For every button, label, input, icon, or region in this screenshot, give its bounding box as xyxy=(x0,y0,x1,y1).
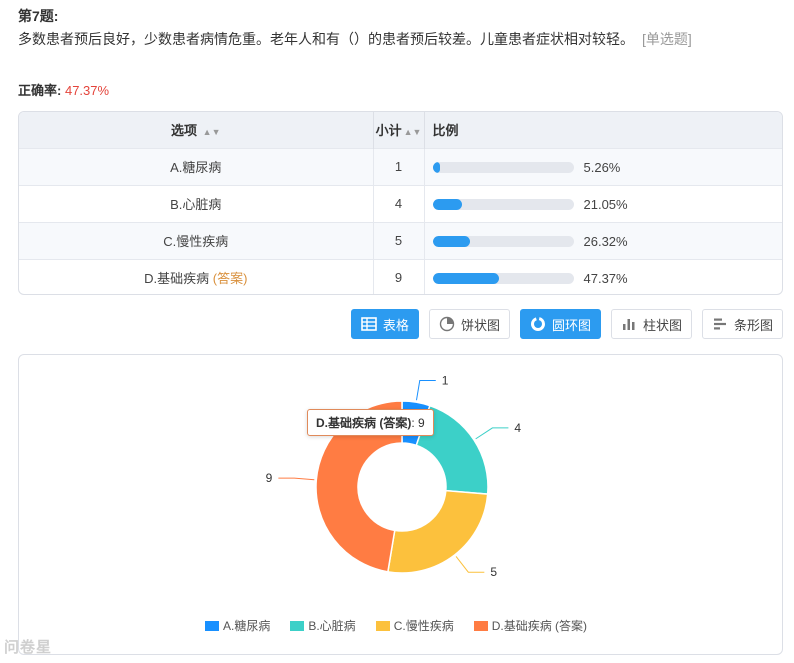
legend-item[interactable]: C.慢性疾病 xyxy=(375,617,454,634)
horizontal-bar-view-button[interactable]: 条形图 xyxy=(701,309,783,339)
slice-leader-line xyxy=(278,477,315,481)
slice-value-label: 9 xyxy=(266,471,273,485)
table-header-row: 选项 ▲▼ 小计 ▲▼ 比例 xyxy=(19,112,782,148)
slice-leader-line xyxy=(455,556,485,573)
row-ratio: 21.05% xyxy=(424,184,782,222)
row-option: B.心脏病 xyxy=(19,184,374,222)
header-count-label: 小计 xyxy=(375,123,402,139)
row-option: A.糖尿病 xyxy=(19,147,374,185)
legend-label: C.慢性疾病 xyxy=(393,619,454,633)
legend-item[interactable]: B.心脏病 xyxy=(290,617,356,634)
pie-chart-view-button[interactable]: 饼状图 xyxy=(428,309,510,339)
accuracy-value: 47.37% xyxy=(64,83,110,98)
sort-icon[interactable]: ▲▼ xyxy=(203,127,221,137)
ratio-bar-fill xyxy=(432,235,470,247)
watermark: 问卷星 xyxy=(4,639,53,656)
ratio-bar-fill xyxy=(432,198,463,210)
table-icon xyxy=(361,316,377,332)
table-view-button[interactable]: 表格 xyxy=(350,309,419,339)
view-switcher: 表格 饼状图 圆环图 柱状图 条形图 xyxy=(350,309,783,339)
pie-chart-icon xyxy=(439,316,455,332)
tooltip-value: 9 xyxy=(418,416,425,430)
slice-value-label: 5 xyxy=(490,565,497,579)
row-ratio: 26.32% xyxy=(424,221,782,259)
table-row: D.基础疾病 (答案) 9 47.37% xyxy=(19,258,782,294)
table-row: B.心脏病 4 21.05% xyxy=(19,184,782,222)
slice-value-label: 1 xyxy=(442,373,449,387)
legend-label: D.基础疾病 (答案) xyxy=(491,619,588,633)
row-option-label: C.慢性疾病 xyxy=(163,234,229,249)
view-button-label: 表格 xyxy=(382,317,409,333)
answer-tag: (答案) xyxy=(212,271,248,287)
row-ratio: 47.37% xyxy=(424,258,782,294)
ratio-percent: 5.26% xyxy=(583,159,621,175)
row-count: 9 xyxy=(373,258,425,294)
ratio-bar-fill xyxy=(432,272,500,284)
row-option-label: B.心脏病 xyxy=(170,197,222,212)
ratio-percent: 26.32% xyxy=(583,233,628,249)
question-title: 第7题: xyxy=(18,8,59,24)
row-option-label: A.糖尿病 xyxy=(170,160,222,175)
sort-icon[interactable]: ▲▼ xyxy=(404,127,422,137)
bar-chart-icon xyxy=(621,316,637,332)
row-option-label: D.基础疾病 xyxy=(144,271,210,287)
legend-item[interactable]: D.基础疾病 (答案) xyxy=(473,617,588,634)
view-button-label: 条形图 xyxy=(733,317,773,333)
header-option[interactable]: 选项 ▲▼ xyxy=(19,112,374,148)
legend-swatch xyxy=(375,620,390,631)
legend-label: A.糖尿病 xyxy=(223,619,271,633)
question-type: [单选题] xyxy=(642,31,692,47)
row-count: 5 xyxy=(373,221,425,259)
view-button-label: 圆环图 xyxy=(551,317,591,333)
row-ratio: 5.26% xyxy=(424,147,782,185)
header-option-label: 选项 xyxy=(171,123,198,139)
slice-leader-line xyxy=(475,427,509,440)
horizontal-bar-icon xyxy=(712,316,728,332)
ratio-bar xyxy=(432,235,574,247)
bar-chart-view-button[interactable]: 柱状图 xyxy=(610,309,692,339)
row-option: C.慢性疾病 xyxy=(19,221,374,259)
donut-slice[interactable] xyxy=(386,489,489,574)
question-body: 多数患者预后良好，少数患者病情危重。老年人和有（）的患者预后较差。儿童患者症状相… xyxy=(18,31,634,47)
donut-chart: 1 4 5 9 D.基础疾病 (答案): 9 A.糖尿病 B.心脏病 C.慢性疾病 D.基础… xyxy=(18,354,783,655)
view-button-label: 饼状图 xyxy=(460,317,500,333)
accuracy-row: 正确率: 47.37% xyxy=(18,80,109,99)
header-count[interactable]: 小计 ▲▼ xyxy=(373,112,425,148)
donut-chart-svg: 1 4 5 9 xyxy=(266,373,522,579)
row-count: 4 xyxy=(373,184,425,222)
table-row: C.慢性疾病 5 26.32% xyxy=(19,221,782,259)
ratio-percent: 47.37% xyxy=(583,270,628,286)
accuracy-label: 正确率: xyxy=(18,83,62,98)
legend-item[interactable]: A.糖尿病 xyxy=(205,617,270,634)
ratio-bar-fill xyxy=(432,161,440,173)
chart-legend: A.糖尿病 B.心脏病 C.慢性疾病 D.基础疾病 (答案) xyxy=(205,617,587,634)
legend-swatch xyxy=(205,620,219,631)
slice-value-label: 4 xyxy=(514,421,521,435)
donut-chart-icon xyxy=(530,316,546,332)
table-row: A.糖尿病 1 5.26% xyxy=(19,147,782,185)
question-text: 多数患者预后良好，少数患者病情危重。老年人和有（）的患者预后较差。儿童患者症状相… xyxy=(18,28,738,50)
tooltip-name: D.基础疾病 (答案) xyxy=(316,416,412,430)
legend-label: B.心脏病 xyxy=(308,619,356,633)
row-count: 1 xyxy=(373,147,425,185)
row-option: D.基础疾病 (答案) xyxy=(19,258,374,294)
ratio-bar xyxy=(432,198,574,210)
legend-swatch xyxy=(473,620,488,631)
chart-tooltip: D.基础疾病 (答案): 9 xyxy=(307,409,434,436)
ratio-percent: 21.05% xyxy=(583,196,628,212)
slice-leader-line xyxy=(415,379,436,401)
result-table: 选项 ▲▼ 小计 ▲▼ 比例 A.糖尿病 1 5.26% B.心脏病 4 21.05% C… xyxy=(18,111,783,295)
header-ratio: 比例 xyxy=(432,123,459,139)
view-button-label: 柱状图 xyxy=(642,317,682,333)
donut-chart-view-button[interactable]: 圆环图 xyxy=(519,309,601,339)
ratio-bar xyxy=(432,272,574,284)
legend-swatch xyxy=(290,620,305,631)
ratio-bar xyxy=(432,161,574,173)
